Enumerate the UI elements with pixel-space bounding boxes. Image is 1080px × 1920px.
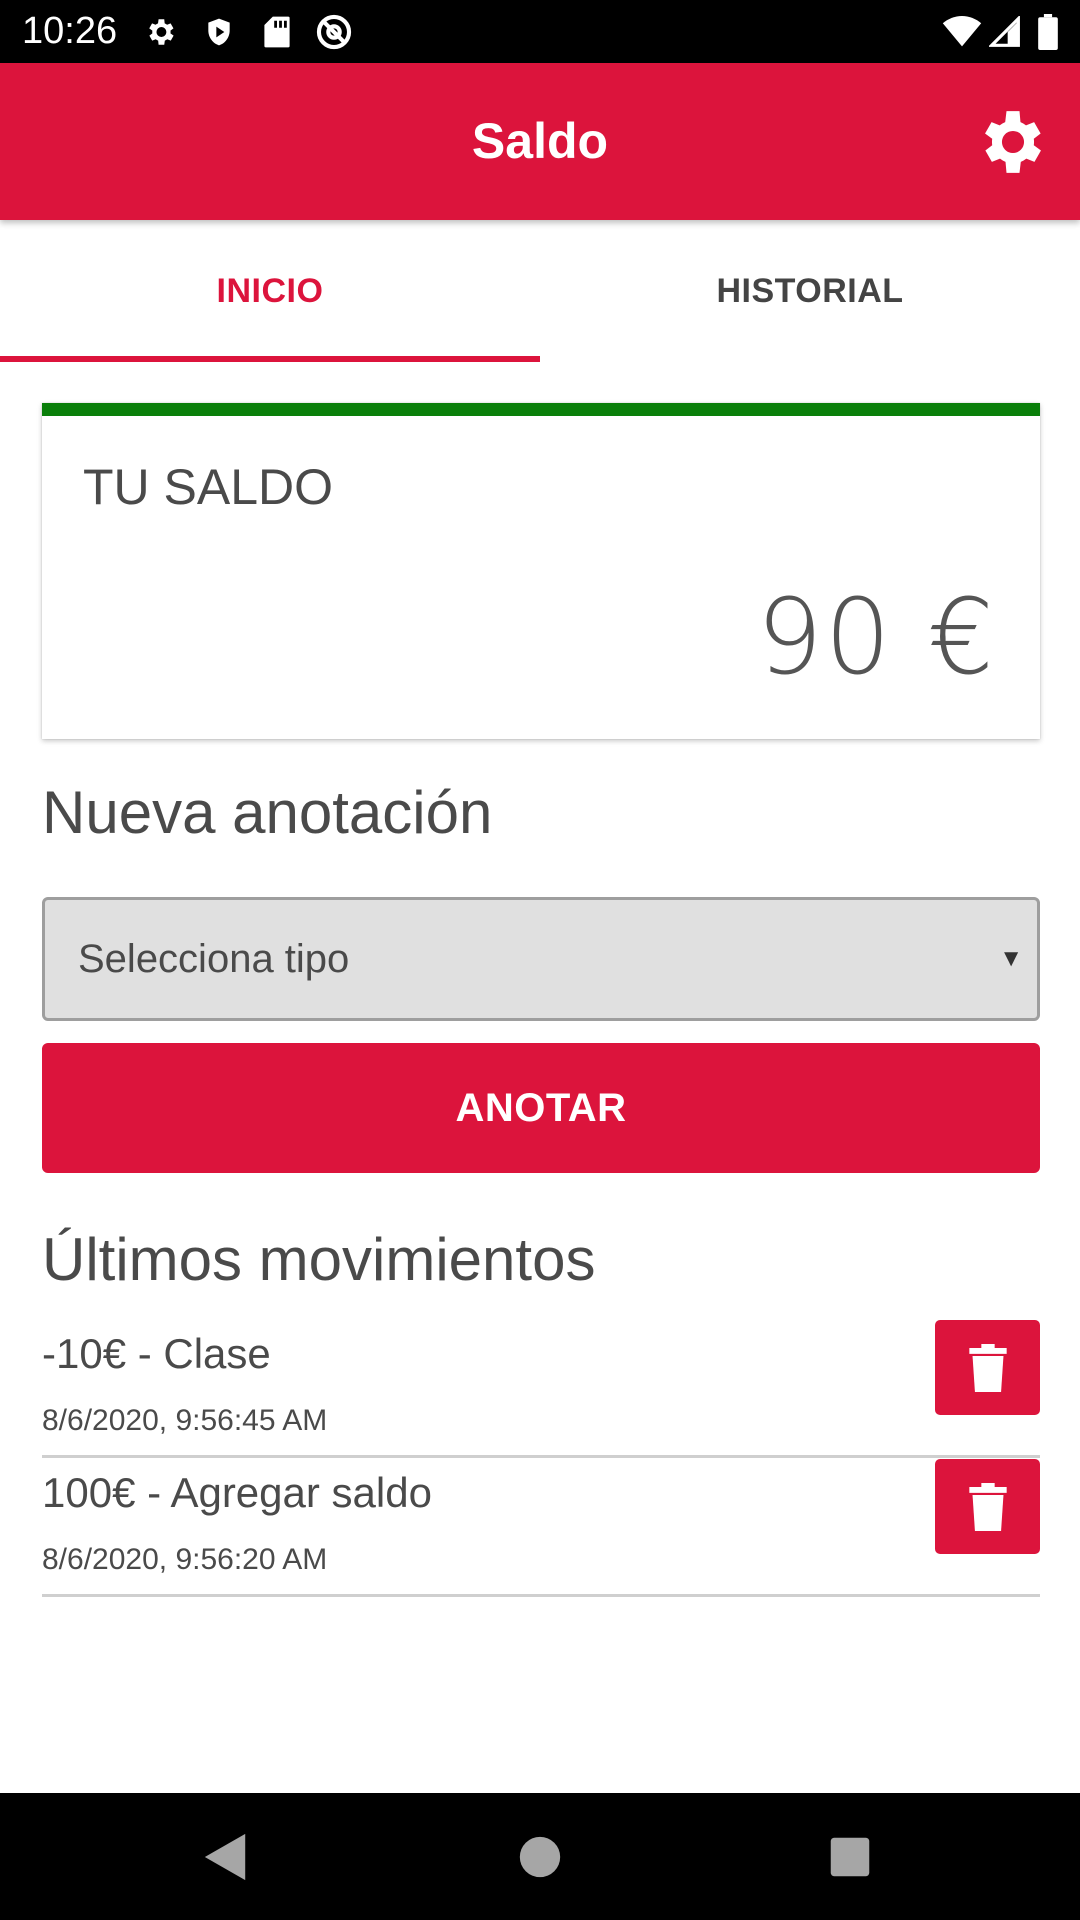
delete-button[interactable]: [935, 1320, 1040, 1415]
trash-icon: [968, 1343, 1007, 1392]
recents-button[interactable]: [818, 1825, 882, 1889]
dropdown-arrow-icon: ▼: [999, 945, 1023, 972]
tab-historial[interactable]: HISTORIAL: [540, 220, 1080, 363]
tab-inicio[interactable]: INICIO: [0, 220, 540, 363]
wifi-icon: [942, 12, 982, 52]
movement-date: 8/6/2020, 9:56:20 AM: [42, 1543, 328, 1576]
status-bar: 10:26: [0, 0, 1080, 63]
at-sign-icon: [314, 12, 354, 52]
signal-icon: [985, 12, 1025, 52]
back-button[interactable]: [194, 1825, 258, 1889]
movement-date: 8/6/2020, 9:56:45 AM: [42, 1404, 328, 1437]
recents-icon: [830, 1837, 870, 1877]
type-select[interactable]: Selecciona tipo ▼: [42, 897, 1040, 1021]
trash-icon: [968, 1482, 1007, 1531]
home-button[interactable]: [508, 1825, 572, 1889]
balance-card: TU SALDO 90 €: [42, 403, 1040, 739]
page-title: Saldo: [471, 113, 609, 169]
settings-icon: [140, 12, 180, 52]
balance-amount: 90 €: [756, 576, 996, 698]
back-icon: [204, 1833, 246, 1881]
tab-bar: INICIO HISTORIAL: [0, 220, 1080, 363]
movements-title: Últimos movimientos: [42, 1226, 596, 1293]
settings-button[interactable]: [972, 101, 1054, 183]
status-time: 10:26: [22, 10, 118, 52]
delete-button[interactable]: [935, 1459, 1040, 1554]
app-bar: Saldo: [0, 63, 1080, 220]
battery-icon: [1028, 12, 1068, 52]
navigation-bar: [0, 1793, 1080, 1920]
anotar-button[interactable]: ANOTAR: [42, 1043, 1040, 1173]
home-icon: [519, 1836, 561, 1878]
shield-icon: [199, 12, 239, 52]
tab-indicator: [0, 356, 540, 362]
gear-icon: [985, 111, 1041, 173]
new-entry-title: Nueva anotación: [42, 779, 493, 846]
balance-label: TU SALDO: [83, 459, 334, 515]
movement-description: -10€ - Clase: [42, 1330, 271, 1377]
list-item: 100€ - Agregar saldo 8/6/2020, 9:56:20 A…: [42, 1459, 1040, 1597]
select-value: Selecciona tipo: [78, 937, 350, 981]
sd-card-icon: [257, 12, 297, 52]
list-item: -10€ - Clase 8/6/2020, 9:56:45 AM: [42, 1320, 1040, 1458]
movement-description: 100€ - Agregar saldo: [42, 1469, 432, 1516]
